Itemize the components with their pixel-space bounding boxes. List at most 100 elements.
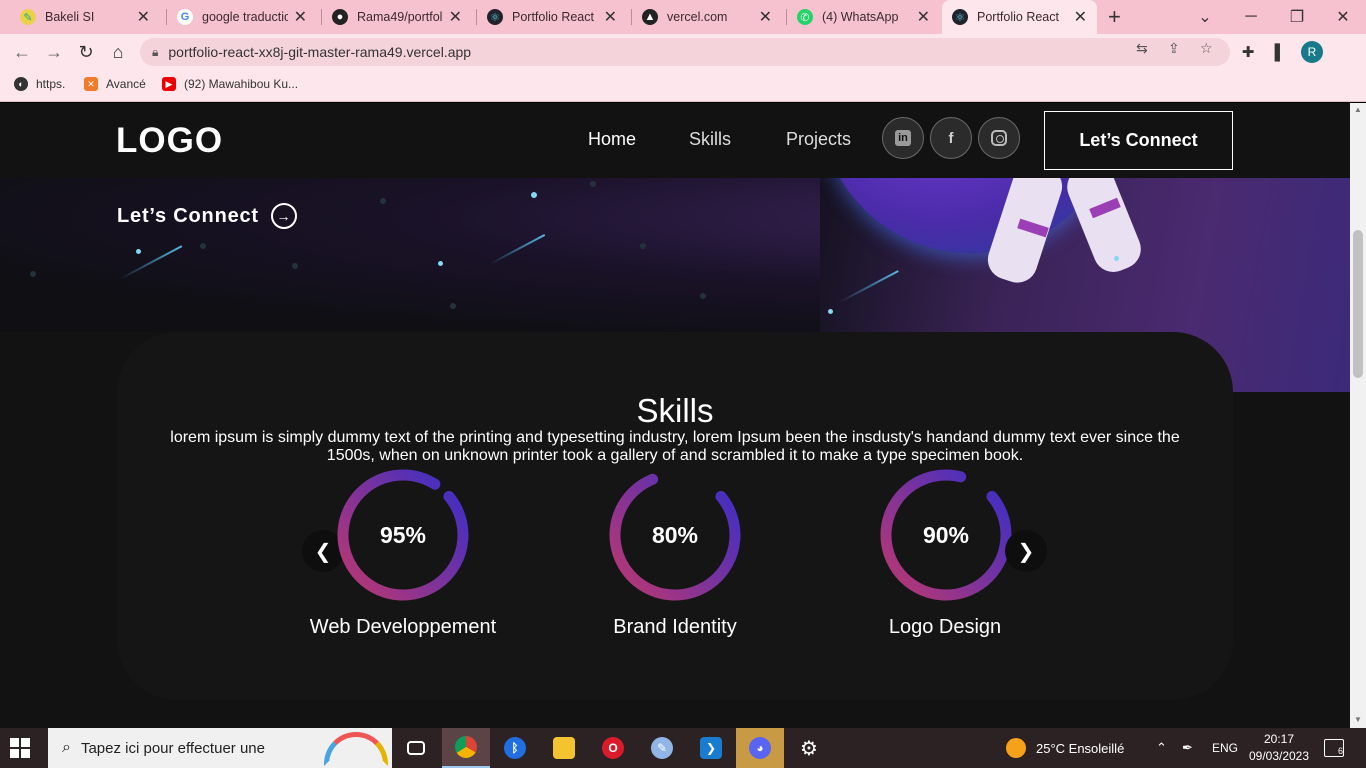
search-icon: ⌕ [62, 739, 71, 756]
tab-google-translate[interactable]: G google traduction ✕ [167, 0, 317, 34]
bookmark-star-icon[interactable]: ☆ [1200, 40, 1213, 57]
extensions-puzzle-icon[interactable]: ✚ [1236, 40, 1260, 64]
skill-percent: 80% [651, 521, 699, 548]
close-window-button[interactable]: ✕ [1320, 0, 1366, 34]
url-bar[interactable]: 🔒︎ portfolio-react-xx8j-git-master-rama4… [140, 38, 1230, 66]
close-tab-icon[interactable]: ✕ [759, 7, 772, 27]
chevron-right-icon: ❯ [1017, 540, 1035, 563]
language-indicator[interactable]: ENG [1212, 728, 1238, 768]
profile-avatar[interactable]: R [1301, 41, 1323, 63]
new-tab-button[interactable]: + [1108, 4, 1121, 30]
task-view-button[interactable] [392, 728, 440, 768]
tab-portfolio-react[interactable]: ⚛ Portfolio React ✕ [477, 0, 627, 34]
skill-label: Web Developpement [309, 616, 497, 638]
carousel-next-button[interactable]: ❯ [1005, 530, 1047, 572]
instagram-button[interactable] [978, 117, 1020, 159]
taskbar-search-placeholder: Tapez ici pour effectuer une [80, 739, 265, 757]
address-bar-row: ← → ↻ ⌂ 🔒︎ portfolio-react-xx8j-git-mast… [0, 34, 1366, 70]
banner-connect-link[interactable]: Let’s Connect → [117, 203, 297, 229]
scrollbar-thumb[interactable] [1353, 230, 1363, 378]
react-icon: ⚛ [952, 9, 968, 25]
pen-icon[interactable]: ✒ [1182, 728, 1193, 768]
tab-bakeli[interactable]: ✎ Bakeli SI ✕ [10, 0, 160, 34]
translate-icon[interactable]: ⇆ [1136, 40, 1148, 57]
close-tab-icon[interactable]: ✕ [917, 7, 930, 27]
bluetooth-taskbar-app[interactable]: ᛒ [491, 728, 539, 768]
restore-button[interactable]: ❐ [1274, 0, 1320, 34]
lets-connect-button[interactable]: Let’s Connect [1044, 111, 1233, 170]
side-panel-icon[interactable]: ▌ [1268, 40, 1292, 64]
bookmark-avance[interactable]: ✕ Avancé [84, 77, 146, 91]
close-tab-icon[interactable]: ✕ [137, 7, 150, 27]
page-scrollbar[interactable]: ▲ ▼ [1350, 103, 1366, 728]
chrome-icon [455, 736, 477, 758]
weather-text: 25°C Ensoleillé [1036, 740, 1125, 756]
taskbar-search-box[interactable]: ⌕ Tapez ici pour effectuer une [48, 728, 392, 768]
chrome-taskbar-app[interactable] [442, 728, 490, 768]
globe-icon: ◐ [14, 77, 28, 91]
github-icon: ● [332, 9, 348, 25]
paint-taskbar-app[interactable]: ✎ [638, 728, 686, 768]
skill-gauge: 95% [333, 465, 473, 605]
forward-button[interactable]: → [42, 40, 66, 64]
google-icon: G [177, 9, 193, 25]
nav-skills-link[interactable]: Skills [689, 129, 731, 150]
file-explorer-taskbar-app[interactable] [540, 728, 588, 768]
home-button[interactable]: ⌂ [106, 40, 130, 64]
tray-chevron-up-icon[interactable]: ⌃ [1156, 728, 1167, 768]
reload-button[interactable]: ↻ [74, 40, 98, 64]
close-tab-icon[interactable]: ✕ [294, 7, 307, 27]
skill-label: Logo Design [888, 616, 1002, 638]
chevron-left-icon: ❮ [314, 540, 332, 563]
close-tab-icon[interactable]: ✕ [1074, 7, 1087, 27]
settings-taskbar-app[interactable]: ⚙ [785, 728, 833, 768]
tab-vercel[interactable]: ▲ vercel.com ✕ [632, 0, 782, 34]
bookmark-youtube[interactable]: ▶ (92) Mawahibou Ku... [162, 77, 298, 91]
tab-whatsapp[interactable]: ✆ (4) WhatsApp ✕ [787, 0, 940, 34]
notification-center-button[interactable]: 6 [1324, 739, 1344, 757]
tab-title: vercel.com [667, 10, 728, 24]
minimize-button[interactable]: ─ [1228, 0, 1274, 34]
taskbar-clock[interactable]: 20:17 09/03/2023 [1248, 731, 1310, 765]
tab-title: google traduction [202, 10, 288, 24]
back-button[interactable]: ← [10, 40, 34, 64]
opera-taskbar-app[interactable]: O [589, 728, 637, 768]
skills-card: Skills lorem ipsum is simply dummy text … [117, 332, 1233, 700]
bookmark-https[interactable]: ◐ https. [14, 77, 65, 91]
dust-dot [292, 263, 298, 269]
nav-projects-link[interactable]: Projects [786, 129, 851, 150]
windows-start-button[interactable] [10, 738, 30, 758]
tab-portfolio-react-active[interactable]: ⚛ Portfolio React ✕ [942, 0, 1097, 34]
site-logo[interactable]: LOGO [116, 121, 223, 161]
weather-widget[interactable]: 25°C Ensoleillé [1006, 728, 1124, 768]
clock-date: 09/03/2023 [1248, 749, 1310, 763]
dust-dot [30, 271, 36, 277]
banner-connect-label: Let’s Connect [117, 204, 259, 227]
skills-description: lorem ipsum is simply dummy text of the … [170, 429, 1180, 464]
star [531, 192, 537, 198]
share-icon[interactable]: ⇪ [1168, 40, 1180, 57]
tab-github[interactable]: ● Rama49/portfolio ✕ [322, 0, 472, 34]
skills-title: Skills [636, 392, 714, 429]
nav-home-link[interactable]: Home [588, 129, 636, 150]
close-tab-icon[interactable]: ✕ [449, 7, 462, 27]
arrow-right-circle-icon: → [270, 203, 297, 229]
close-tab-icon[interactable]: ✕ [604, 7, 617, 27]
task-view-icon [407, 741, 425, 755]
scroll-down-arrow-icon[interactable]: ▼ [1354, 715, 1362, 724]
skill-percent: 95% [379, 521, 427, 548]
skill-gauge: 90% [876, 465, 1016, 605]
whatsapp-icon: ✆ [797, 9, 813, 25]
facebook-button[interactable]: f [930, 117, 972, 159]
bakeli-icon: ✎ [20, 9, 36, 25]
lock-icon: 🔒︎ [152, 44, 159, 59]
scroll-up-arrow-icon[interactable]: ▲ [1354, 105, 1362, 114]
tab-search-chevron-icon[interactable]: ⌄ [1182, 0, 1228, 34]
dust-dot [450, 303, 456, 309]
dust-dot [200, 243, 206, 249]
vscode-taskbar-app[interactable]: ❯ [687, 728, 735, 768]
linkedin-button[interactable]: in [882, 117, 924, 159]
discord-taskbar-app[interactable]: ◕ [736, 728, 784, 768]
dust-dot [640, 243, 646, 249]
tab-title: Portfolio React [512, 10, 594, 24]
